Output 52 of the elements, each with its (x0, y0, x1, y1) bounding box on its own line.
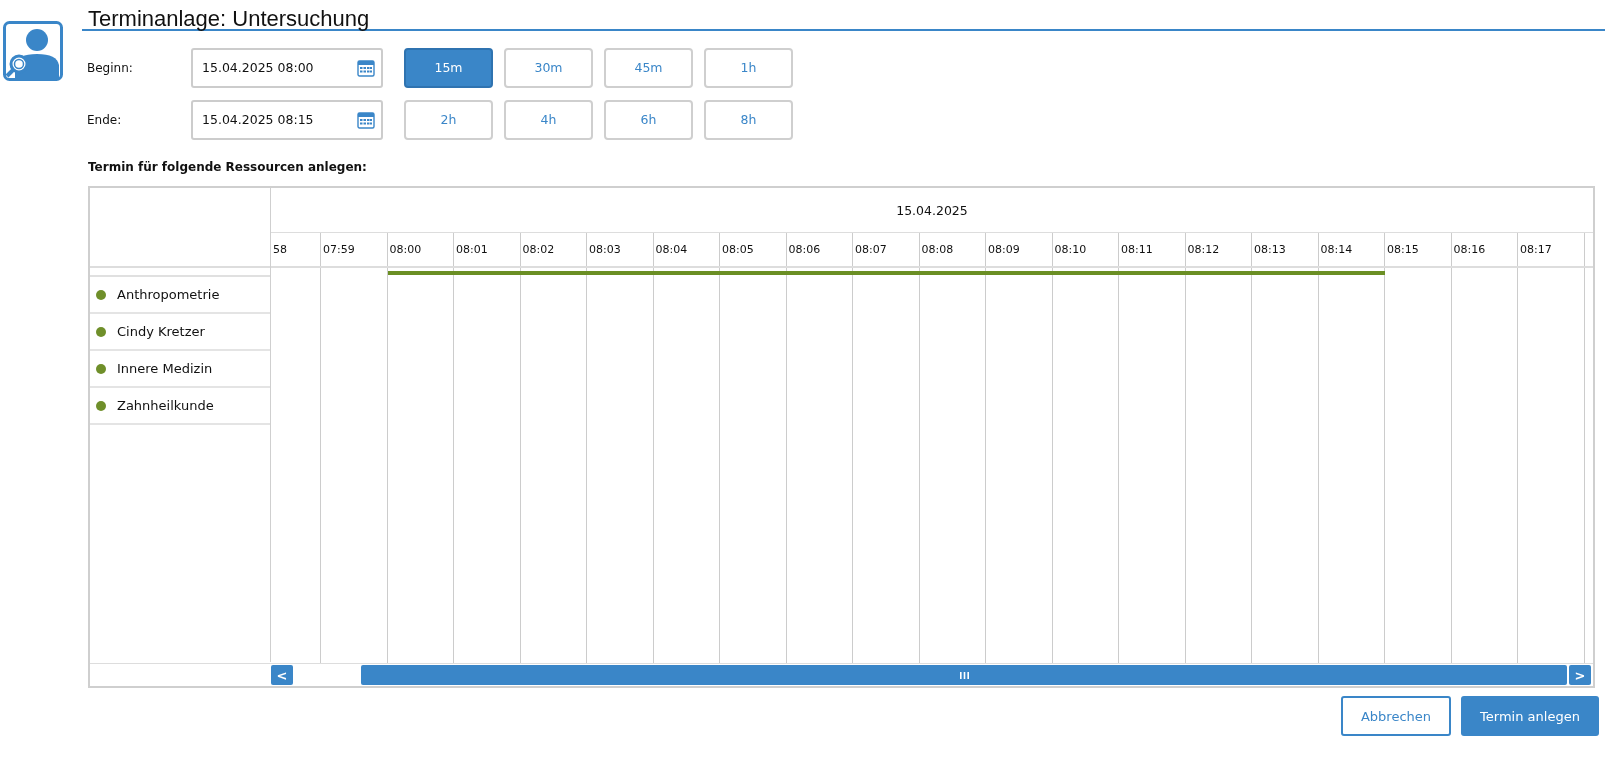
date-header: 15.04.2025 (271, 188, 1593, 233)
time-label: 08:10 (1054, 243, 1087, 256)
scroll-right-button[interactable]: > (1569, 665, 1591, 685)
time-label: 08:09 (988, 243, 1020, 256)
user-search-icon (3, 21, 63, 81)
create-button[interactable]: Termin anlegen (1461, 696, 1599, 736)
field-label: Ende: (86, 112, 123, 127)
calendar-icon[interactable] (357, 110, 375, 129)
time-label: 08:16 (1453, 243, 1486, 256)
duration-button[interactable]: 2h (404, 99, 493, 140)
time-label: 07:59 (323, 243, 355, 256)
resource-name: Anthropometrie (117, 287, 220, 302)
date-time-field[interactable]: 15.04.2025 08:00 (191, 47, 383, 88)
resource-row[interactable]: Cindy Kretzer (90, 314, 270, 351)
resource-name: Zahnheilkunde (117, 398, 214, 413)
time-label: 08:08 (921, 243, 954, 256)
time-label: 08:06 (788, 243, 821, 256)
scroll-left-button[interactable]: < (271, 665, 293, 685)
grip-icon (959, 671, 969, 679)
calendar-icon[interactable] (357, 58, 375, 77)
resource-row[interactable]: Innere Medizin (90, 351, 270, 388)
resource-name: Cindy Kretzer (117, 324, 205, 339)
time-label: 08:13 (1254, 243, 1286, 256)
time-label: 08:02 (522, 243, 555, 256)
cancel-button[interactable]: Abbrechen (1341, 696, 1451, 736)
time-label: 58 (273, 243, 287, 256)
time-label: 08:05 (722, 243, 754, 256)
duration-button[interactable]: 45m (604, 47, 693, 88)
time-label: 08:04 (655, 243, 688, 256)
time-label: 08:11 (1121, 243, 1153, 256)
duration-button[interactable]: 30m (504, 47, 593, 88)
time-label: 08:17 (1520, 243, 1552, 256)
scrollbar-thumb[interactable] (361, 665, 1567, 685)
time-label: 08:03 (589, 243, 621, 256)
duration-button[interactable]: 15m (404, 47, 493, 88)
duration-button[interactable]: 6h (604, 99, 693, 140)
time-label: 08:00 (389, 243, 422, 256)
resource-name: Innere Medizin (117, 361, 213, 376)
duration-button[interactable]: 1h (704, 47, 793, 88)
page-title: Terminanlage: Untersuchung (82, 0, 1605, 31)
time-label: 08:12 (1187, 243, 1220, 256)
time-label: 08:07 (855, 243, 887, 256)
section-heading: Termin für folgende Ressourcen anlegen: (88, 160, 368, 176)
date-time-field[interactable]: 15.04.2025 08:15 (191, 99, 383, 140)
resource-row[interactable]: Zahnheilkunde (90, 388, 270, 425)
resource-row[interactable]: Anthropometrie (90, 277, 270, 314)
duration-button[interactable]: 8h (704, 99, 793, 140)
time-label: 08:01 (456, 243, 488, 256)
time-label: 08:15 (1387, 243, 1419, 256)
field-label: Beginn: (86, 60, 134, 75)
duration-button[interactable]: 4h (504, 99, 593, 140)
time-label: 08:14 (1320, 243, 1353, 256)
